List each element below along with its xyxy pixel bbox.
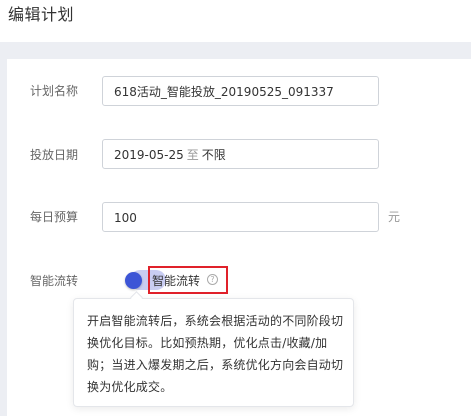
- smart-flow-toggle-knob[interactable]: [125, 272, 142, 289]
- budget-value: 100: [114, 211, 137, 225]
- question-circle-icon[interactable]: ?: [207, 274, 218, 285]
- smart-flow-toggle-label: 智能流转: [152, 274, 201, 288]
- plan-name-value: 618活动_智能投放_20190525_091337: [114, 85, 334, 99]
- date-range-value: 2019-05-25 至不限: [114, 147, 226, 163]
- date-end: 不限: [201, 148, 226, 162]
- smart-flow-label: 智能流转: [30, 274, 79, 288]
- date-label: 投放日期: [30, 148, 79, 162]
- tooltip-text: 开启智能流转后，系统会根据活动的不同阶段切换优化目标。比如预热期，优化点击/收藏…: [87, 314, 344, 394]
- budget-input[interactable]: 100: [102, 202, 379, 232]
- date-range-picker[interactable]: 2019-05-25 至不限: [102, 139, 379, 169]
- page-header: 编辑计划: [0, 0, 471, 42]
- budget-unit: 元: [388, 210, 401, 224]
- plan-name-input[interactable]: 618活动_智能投放_20190525_091337: [102, 76, 379, 106]
- smart-flow-tooltip: 开启智能流转后，系统会根据活动的不同阶段切换优化目标。比如预热期，优化点击/收藏…: [73, 298, 354, 407]
- date-start: 2019-05-25: [114, 148, 184, 162]
- date-separator: 至: [186, 148, 199, 162]
- budget-label: 每日预算: [30, 210, 79, 224]
- plan-name-label: 计划名称: [30, 84, 79, 98]
- page-title: 编辑计划: [8, 5, 75, 24]
